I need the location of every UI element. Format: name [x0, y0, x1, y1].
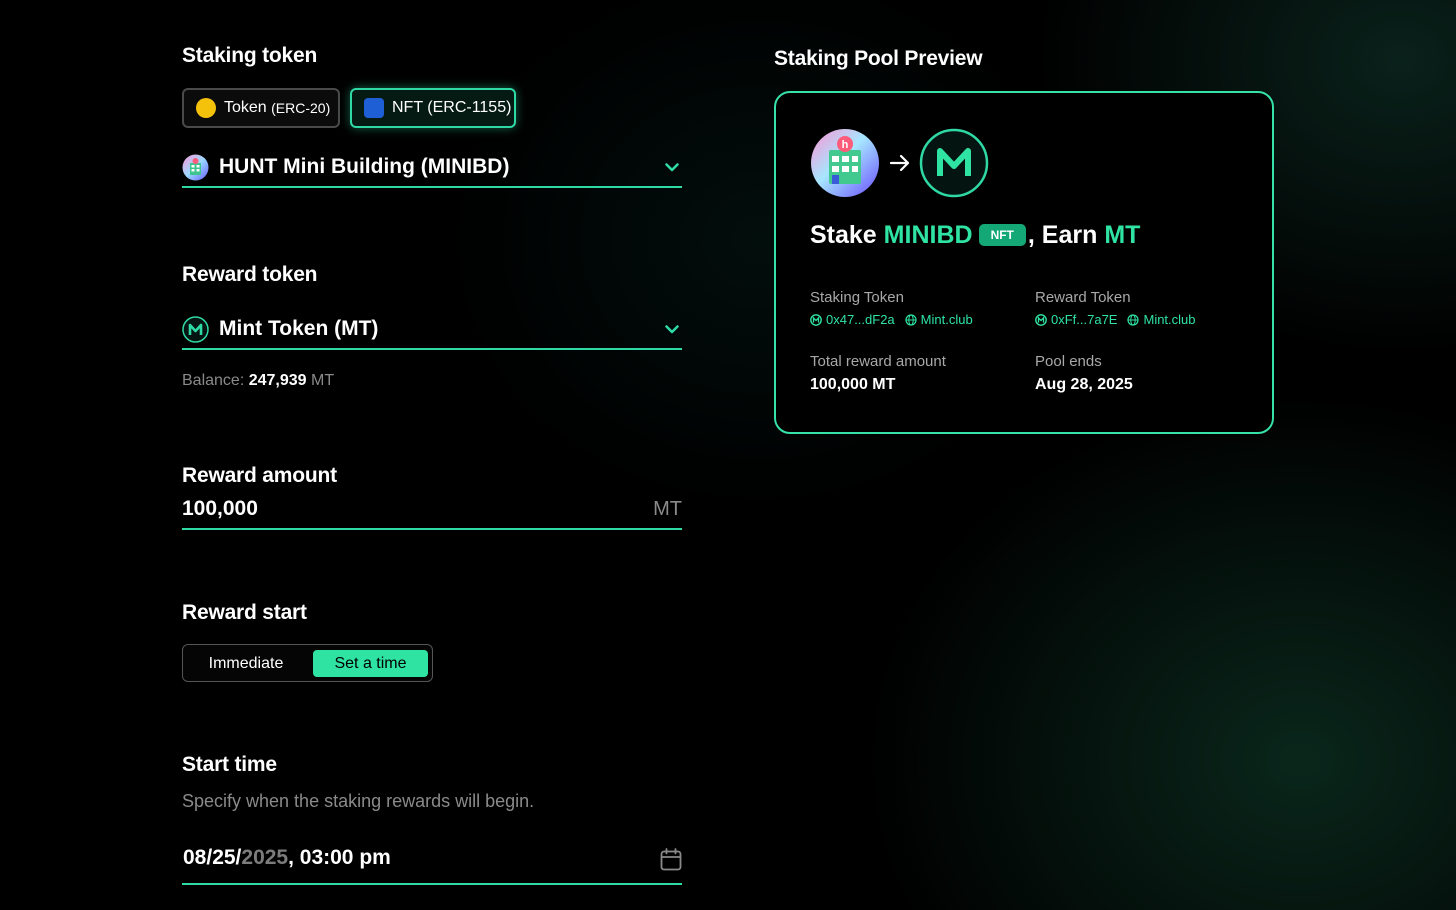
globe-icon [1127, 313, 1140, 326]
total-reward-label: Total reward amount [810, 353, 946, 370]
reward-token-select[interactable]: Mint Token (MT) [182, 310, 682, 350]
start-time-year: 2025 [241, 846, 289, 869]
mint-club-m-icon [919, 128, 989, 198]
start-time-input[interactable]: 08/25/2025, 03:00 pm [182, 842, 682, 885]
erc20-dot-icon [196, 98, 216, 118]
mint-link-icon [810, 313, 822, 326]
staking-token-select[interactable]: HUNT Mini Building (MINIBD) [182, 148, 682, 188]
reward-amount-input[interactable]: 100,000 MT [182, 494, 682, 530]
reward-token-info-label: Reward Token [1035, 289, 1131, 306]
start-time-value: 08/25/2025, 03:00 pm [183, 846, 391, 870]
heading-stake-word: Stake [810, 221, 884, 249]
pool-ends-label: Pool ends [1035, 353, 1102, 370]
preview-heading: Stake MINIBD NFT, Earn MT [810, 221, 1140, 250]
token-erc20-label: Token [224, 99, 272, 116]
reward-start-label: Reward start [182, 601, 307, 624]
balance-unit: MT [306, 372, 335, 389]
pool-ends-value: Aug 28, 2025 [1035, 376, 1133, 393]
chevron-down-icon [665, 325, 679, 334]
reward-start-toggle: Immediate Set a time [182, 644, 433, 682]
nft-badge: NFT [978, 224, 1026, 246]
globe-icon [905, 313, 917, 326]
balance-value: 247,939 [248, 372, 307, 389]
immediate-option[interactable]: Immediate [188, 650, 304, 677]
svg-text:h: h [842, 139, 849, 151]
staking-token-name: HUNT Mini Building (MINIBD) [219, 155, 510, 178]
staking-token-address[interactable]: 0x47...dF2a [826, 312, 895, 327]
heading-earn-word: , Earn [1027, 221, 1105, 249]
reward-token-label: Reward token [182, 263, 318, 286]
calendar-icon[interactable] [660, 848, 682, 872]
preview-title: Staking Pool Preview [774, 47, 983, 70]
reward-amount-value: 100,000 [182, 497, 258, 520]
hunt-building-icon: h [811, 129, 879, 197]
heading-stake-token: MINIBD [883, 221, 973, 249]
staking-pool-creator: Staking token Token (ERC-20) NFT (ERC-11… [0, 0, 1456, 910]
reward-amount-label: Reward amount [182, 464, 337, 487]
token-erc20-button[interactable]: Token (ERC-20) [182, 88, 340, 128]
staking-token-label: Staking token [182, 44, 318, 67]
token-erc20-sub: (ERC-20) [271, 100, 331, 116]
reward-balance: Balance: 247,939 MT [182, 372, 334, 390]
arrow-right-icon [889, 154, 910, 172]
set-a-time-option[interactable]: Set a time [313, 650, 428, 677]
reward-token-address[interactable]: 0xFf...7a7E [1051, 312, 1117, 327]
start-time-help: Specify when the staking rewards will be… [182, 791, 535, 811]
staking-token-site[interactable]: Mint.club [921, 312, 973, 327]
total-reward-value: 100,000 MT [810, 376, 896, 393]
hunt-building-icon [182, 154, 209, 180]
erc1155-square-icon [364, 98, 384, 118]
chevron-down-icon [665, 163, 679, 172]
heading-earn-token: MT [1104, 221, 1141, 249]
reward-token-site[interactable]: Mint.club [1143, 312, 1195, 327]
start-time-time: , 03:00 pm [288, 846, 391, 869]
nft-erc1155-button[interactable]: NFT (ERC-1155) [350, 88, 516, 128]
staking-token-links: 0x47...dF2a Mint.club [810, 312, 973, 327]
start-time-month-day: 08/25/ [183, 846, 242, 869]
staking-pool-preview-card: h Stake MINIBD NFT, Earn MT Staking Token… [774, 91, 1274, 434]
reward-token-links: 0xFf...7a7E Mint.club [1035, 312, 1196, 327]
nft-erc1155-label: NFT (ERC-1155) [392, 99, 512, 116]
mint-link-icon [1035, 313, 1047, 326]
start-time-label: Start time [182, 753, 277, 776]
mint-club-m-icon [182, 315, 209, 343]
reward-token-name: Mint Token (MT) [219, 317, 379, 340]
reward-amount-unit: MT [653, 498, 682, 520]
staking-token-info-label: Staking Token [810, 289, 904, 306]
balance-label: Balance: [182, 372, 249, 389]
